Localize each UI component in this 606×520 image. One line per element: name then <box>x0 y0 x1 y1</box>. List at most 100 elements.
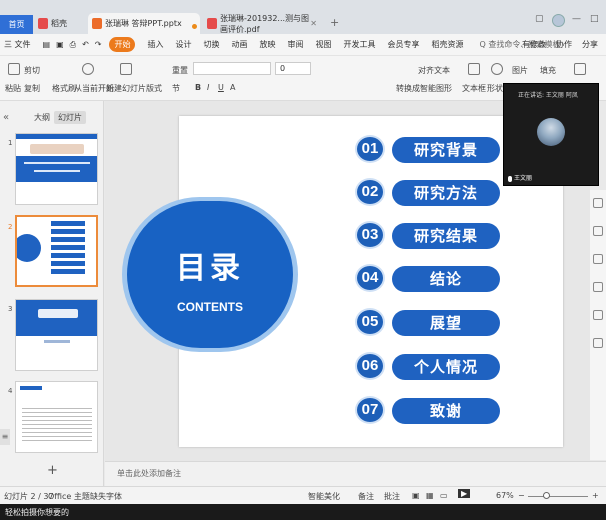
item-research-background[interactable]: 研究背景 <box>392 137 500 163</box>
open-icon[interactable]: ▤ <box>43 40 51 49</box>
save-icon[interactable]: ▣ <box>56 40 64 49</box>
menu-animation[interactable]: 动画 <box>231 39 247 50</box>
tab-pptx[interactable]: 张瑞琳 答辩PPT.pptx <box>88 13 200 34</box>
reading-view-icon[interactable]: ▭ <box>440 491 448 500</box>
item-number-06[interactable]: 06 <box>355 352 385 380</box>
item-number-07[interactable]: 07 <box>355 396 385 424</box>
tab-outline[interactable]: 大纲 <box>34 112 50 123</box>
notes-placeholder[interactable]: 单击此处添加备注 <box>117 468 181 479</box>
zoom-level[interactable]: 67% <box>496 491 514 500</box>
italic-icon[interactable]: I <box>207 83 209 92</box>
item-number-05[interactable]: 05 <box>355 308 385 336</box>
menu-view[interactable]: 视图 <box>315 39 331 50</box>
notes-pane[interactable]: 单击此处添加备注 <box>105 461 606 486</box>
item-research-results[interactable]: 研究结果 <box>392 223 500 249</box>
paste-icon[interactable] <box>8 63 20 75</box>
slide-thumbnail-4[interactable] <box>15 381 98 453</box>
smart-beautify-button[interactable]: 智能美化 <box>308 491 340 502</box>
normal-view-icon[interactable]: ▣ <box>412 491 420 500</box>
item-acknowledgements[interactable]: 致谢 <box>392 398 500 424</box>
play-slideshow-icon[interactable]: ▶ <box>458 489 471 498</box>
menu-developer[interactable]: 开发工具 <box>343 39 375 50</box>
play-icon[interactable] <box>82 63 94 75</box>
tab-pdf[interactable]: 张瑞琳-201932...测与图画评价.pdf ✕ <box>203 13 321 34</box>
missing-font-button[interactable]: 缺失字体 <box>90 491 122 502</box>
menu-design[interactable]: 设计 <box>175 39 191 50</box>
menu-transition[interactable]: 切换 <box>203 39 219 50</box>
format-painter-button[interactable]: 格式刷 <box>52 83 76 94</box>
item-number-02[interactable]: 02 <box>355 178 385 206</box>
item-outlook[interactable]: 展望 <box>392 310 500 336</box>
menu-docer-resources[interactable]: 稻壳资源 <box>431 39 463 50</box>
item-number-03[interactable]: 03 <box>355 221 385 249</box>
slide-thumbnail-2[interactable] <box>15 215 98 287</box>
new-slide-button[interactable]: 新建幻灯片 <box>106 83 146 94</box>
underline-icon[interactable]: U <box>218 83 224 92</box>
item-personal-info[interactable]: 个人情况 <box>392 354 500 380</box>
share-button[interactable]: 分享 <box>582 39 598 50</box>
shape-button[interactable]: 形状 <box>487 83 503 94</box>
paste-button[interactable]: 粘贴 <box>5 83 21 94</box>
bold-icon[interactable]: B <box>195 83 201 92</box>
video-call-window[interactable]: 正在讲话: 王文丽 阿凤 王文丽 <box>503 83 599 186</box>
zoom-slider[interactable] <box>528 496 588 497</box>
redo-icon[interactable]: ↷ <box>95 40 102 49</box>
slide-thumbnail-1[interactable] <box>15 133 98 205</box>
item-conclusion[interactable]: 结论 <box>392 266 500 292</box>
item-research-methods[interactable]: 研究方法 <box>392 180 500 206</box>
collaborate-button[interactable]: 协作 <box>556 39 572 50</box>
slide-title[interactable]: 目录 <box>127 243 293 287</box>
notes-button[interactable]: 备注 <box>358 491 374 502</box>
layout-icon[interactable]: ▢ <box>535 14 544 24</box>
copy-button[interactable]: 复制 <box>24 83 40 94</box>
picture-button[interactable]: 图片 <box>512 65 528 76</box>
print-icon[interactable]: ⎙ <box>70 40 76 50</box>
comments-button[interactable]: 批注 <box>384 491 400 502</box>
shape-icon[interactable] <box>491 63 503 75</box>
panel-toggle-icon[interactable]: ≡ <box>0 429 10 445</box>
font-family-input[interactable] <box>193 62 271 75</box>
arrange-icon[interactable] <box>574 63 586 75</box>
avatar[interactable] <box>552 14 565 27</box>
fill-button[interactable]: 填充 <box>540 65 556 76</box>
align-text-button[interactable]: 对齐文本 <box>418 65 450 76</box>
tool-icon[interactable] <box>593 310 603 320</box>
tool-icon[interactable] <box>593 282 603 292</box>
zoom-in-icon[interactable]: + <box>592 491 599 500</box>
minimize-icon[interactable]: — <box>572 14 581 24</box>
item-number-01[interactable]: 01 <box>355 135 385 163</box>
textbox-button[interactable]: 文本框 <box>462 83 486 94</box>
menu-home[interactable]: 开始 <box>109 37 136 52</box>
zoom-slider-handle[interactable] <box>543 492 550 499</box>
slide-subtitle[interactable]: CONTENTS <box>127 300 293 314</box>
menu-member[interactable]: 会员专享 <box>387 39 419 50</box>
menu-slideshow[interactable]: 放映 <box>259 39 275 50</box>
cut-button[interactable]: 剪切 <box>24 65 40 76</box>
new-tab-icon[interactable]: + <box>330 16 339 29</box>
add-slide-button[interactable]: + <box>47 463 58 478</box>
zoom-out-icon[interactable]: − <box>518 491 525 500</box>
menu-review[interactable]: 审阅 <box>287 39 303 50</box>
slide-thumbnail-3[interactable] <box>15 299 98 371</box>
menu-file[interactable]: 三 文件 <box>4 39 31 50</box>
tool-icon[interactable] <box>593 226 603 236</box>
reset-button[interactable]: 重置 <box>172 65 188 76</box>
tool-icon[interactable] <box>593 254 603 264</box>
textbox-icon[interactable] <box>468 63 480 75</box>
convert-smartart-button[interactable]: 转换成智能图形 <box>396 83 452 94</box>
tool-icon[interactable] <box>593 338 603 348</box>
tab-home[interactable]: 首页 <box>0 15 33 34</box>
tab-slides[interactable]: 幻灯片 <box>54 111 86 124</box>
new-slide-icon[interactable] <box>120 63 132 75</box>
section-button[interactable]: 节 <box>172 83 180 94</box>
undo-icon[interactable]: ↶ <box>82 40 89 49</box>
item-number-04[interactable]: 04 <box>355 264 385 292</box>
maximize-icon[interactable]: □ <box>590 14 599 24</box>
menu-insert[interactable]: 插入 <box>147 39 163 50</box>
layout-button[interactable]: 版式 <box>146 83 162 94</box>
changes-button[interactable]: 有修改 <box>522 39 546 50</box>
sorter-view-icon[interactable]: ▦ <box>426 491 434 500</box>
font-size-input[interactable]: 0 <box>275 62 311 75</box>
font-color-icon[interactable]: A <box>230 83 235 92</box>
collapse-panel-icon[interactable]: « <box>3 112 9 123</box>
